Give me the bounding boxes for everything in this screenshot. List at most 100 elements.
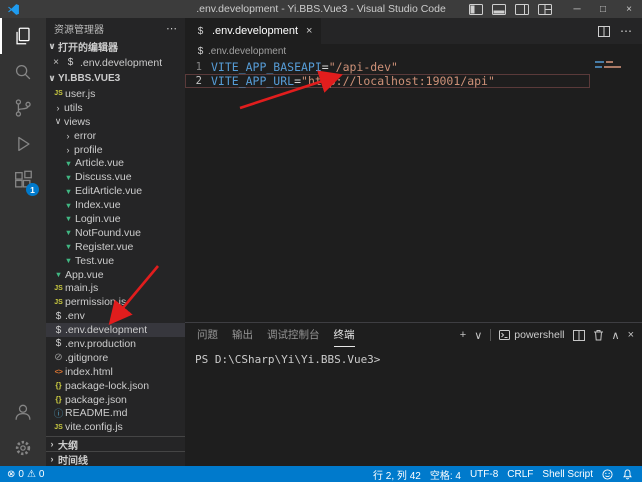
kill-terminal-trash-icon[interactable]: [593, 329, 604, 341]
toggle-secondary-sidebar-icon[interactable]: [515, 4, 529, 15]
status-item-0[interactable]: 行 2, 列 42: [373, 467, 421, 482]
tree-item-label: Test.vue: [75, 255, 114, 267]
json-file-icon: {}: [52, 395, 65, 404]
code-editor[interactable]: 1VITE_APP_BASEAPI="/api-dev"2VITE_APP_UR…: [185, 58, 642, 322]
tree-item-label: profile: [74, 144, 103, 156]
status-right-group: 行 2, 列 42 空格: 4 UTF-8 CRLF Shell Script: [373, 467, 642, 482]
tree-item-Discuss.vue[interactable]: ▼Discuss.vue: [46, 170, 185, 184]
minimap[interactable]: [595, 61, 639, 71]
toggle-sidebar-icon[interactable]: [469, 4, 483, 15]
sidebar-section-时间线[interactable]: ›时间线: [46, 451, 185, 466]
breadcrumb[interactable]: $ .env.development: [185, 44, 642, 58]
tree-item-label: Discuss.vue: [75, 171, 132, 183]
tree-item-label: user.js: [65, 88, 95, 100]
customize-layout-icon[interactable]: [538, 4, 552, 15]
panel-tab-调试控制台[interactable]: 调试控制台: [267, 323, 320, 347]
panel-tab-终端[interactable]: 终端: [334, 323, 355, 347]
tree-item-label: Register.vue: [75, 241, 133, 253]
env-file-icon: $: [52, 338, 65, 349]
tree-item-vite.config.js[interactable]: JSvite.config.js: [46, 420, 185, 434]
minimize-button[interactable]: ─: [564, 0, 590, 18]
status-item-1[interactable]: 空格: 4: [430, 467, 461, 482]
tree-item-package-lock.json[interactable]: {}package-lock.json: [46, 379, 185, 393]
activity-extensions-icon[interactable]: 1: [0, 162, 46, 198]
activity-run-debug-icon[interactable]: [0, 126, 46, 162]
activity-source-control-icon[interactable]: [0, 90, 46, 126]
chevron-down-icon: ∨: [52, 116, 64, 127]
tree-item-permission.js[interactable]: JSpermission.js: [46, 295, 185, 309]
tree-item-index.html[interactable]: <>index.html: [46, 365, 185, 379]
code-line-1[interactable]: 1VITE_APP_BASEAPI="/api-dev": [185, 60, 590, 74]
terminal-instance-powershell[interactable]: powershell: [499, 329, 564, 341]
tree-item-EditArticle.vue[interactable]: ▼EditArticle.vue: [46, 184, 185, 198]
tree-item-.gitignore[interactable]: ⊘.gitignore: [46, 351, 185, 365]
tree-item-Login.vue[interactable]: ▼Login.vue: [46, 212, 185, 226]
more-actions-icon[interactable]: ⋯: [166, 22, 177, 35]
notifications-bell-icon[interactable]: [622, 468, 633, 480]
close-panel-icon[interactable]: ×: [628, 329, 634, 341]
feedback-smiley-icon[interactable]: [602, 469, 613, 480]
split-terminal-icon[interactable]: [573, 330, 585, 341]
tab-label: .env.development: [212, 25, 298, 37]
maximize-button[interactable]: □: [590, 0, 616, 18]
toggle-panel-icon[interactable]: [492, 4, 506, 15]
status-item-3[interactable]: CRLF: [507, 469, 533, 480]
accounts-icon[interactable]: [0, 394, 46, 430]
activity-search-icon[interactable]: [0, 54, 46, 90]
panel-tab-输出[interactable]: 输出: [232, 323, 253, 347]
panel-tab-问题[interactable]: 问题: [197, 323, 218, 347]
more-actions-icon[interactable]: ⋯: [620, 24, 632, 38]
tree-item-.env.production[interactable]: $.env.production: [46, 337, 185, 351]
tree-item-App.vue[interactable]: ▼App.vue: [46, 268, 185, 282]
tree-item-.env.development[interactable]: $.env.development: [46, 323, 185, 337]
tree-item-label: EditArticle.vue: [75, 185, 142, 197]
tree-item-error[interactable]: ›error: [46, 129, 185, 143]
tree-item-label: App.vue: [65, 269, 104, 281]
project-root-header[interactable]: ∨ YI.BBS.VUE3: [46, 70, 185, 87]
status-item-4[interactable]: Shell Script: [542, 469, 593, 480]
launch-profile-chevron-icon[interactable]: ∨: [474, 329, 482, 342]
problems-status[interactable]: ⊗ 0 ⚠ 0: [7, 469, 44, 480]
tree-item-main.js[interactable]: JSmain.js: [46, 281, 185, 295]
close-icon[interactable]: ×: [306, 25, 312, 37]
open-editors-header[interactable]: ∨ 打开的编辑器: [46, 38, 185, 55]
js-file-icon: JS: [52, 90, 65, 97]
code-line-2[interactable]: 2VITE_APP_URL="http://localhost:19001/ap…: [185, 74, 590, 88]
tree-item-utils[interactable]: ›utils: [46, 101, 185, 115]
activity-explorer-icon[interactable]: [0, 18, 46, 54]
line-number: 2: [185, 74, 211, 88]
tree-item-Index.vue[interactable]: ▼Index.vue: [46, 198, 185, 212]
code-text: VITE_APP_BASEAPI="/api-dev": [211, 60, 398, 74]
close-icon[interactable]: ×: [51, 57, 61, 68]
sidebar-section-大纲[interactable]: ›大纲: [46, 436, 185, 451]
settings-gear-icon[interactable]: [0, 430, 46, 466]
status-item-2[interactable]: UTF-8: [470, 469, 498, 480]
tree-item-package.json[interactable]: {}package.json: [46, 393, 185, 407]
titlebar-layout-actions: [469, 4, 552, 15]
tree-item-README.md[interactable]: ⓘREADME.md: [46, 406, 185, 420]
tree-item-label: .env.development: [65, 324, 147, 336]
panel-header: 问题输出调试控制台终端 + ∨ powershell ∧ ×: [185, 323, 642, 347]
tree-item-NotFound.vue[interactable]: ▼NotFound.vue: [46, 226, 185, 240]
tree-item-label: .env.production: [65, 338, 136, 350]
tree-item-user.js[interactable]: JSuser.js: [46, 87, 185, 101]
status-bar: ⊗ 0 ⚠ 0 行 2, 列 42 空格: 4 UTF-8 CRLF Shell Scr…: [0, 466, 642, 482]
tree-item-label: Index.vue: [75, 199, 121, 211]
tree-item-Register.vue[interactable]: ▼Register.vue: [46, 240, 185, 254]
split-editor-icon[interactable]: [598, 26, 610, 37]
workbench: 1 资源管理器 ⋯ ∨ 打开的编辑器 × $ .env.devel: [0, 18, 642, 466]
tree-item-views[interactable]: ∨views: [46, 115, 185, 129]
tree-item-label: Login.vue: [75, 213, 121, 225]
open-editor-item[interactable]: × $ .env.development: [46, 55, 185, 70]
breadcrumb-item[interactable]: .env.development: [208, 46, 286, 57]
tree-item-profile[interactable]: ›profile: [46, 143, 185, 157]
maximize-panel-icon[interactable]: ∧: [612, 329, 620, 342]
tree-item-Article.vue[interactable]: ▼Article.vue: [46, 156, 185, 170]
git-file-icon: ⊘: [52, 352, 65, 363]
new-terminal-icon[interactable]: +: [460, 329, 466, 341]
tree-item-Test.vue[interactable]: ▼Test.vue: [46, 254, 185, 268]
tree-item-.env[interactable]: $.env: [46, 309, 185, 323]
close-button[interactable]: ×: [616, 0, 642, 18]
tab-env-development[interactable]: $ .env.development ×: [185, 18, 321, 44]
terminal-output[interactable]: PS D:\CSharp\Yi\Yi.BBS.Vue3>: [185, 347, 642, 466]
